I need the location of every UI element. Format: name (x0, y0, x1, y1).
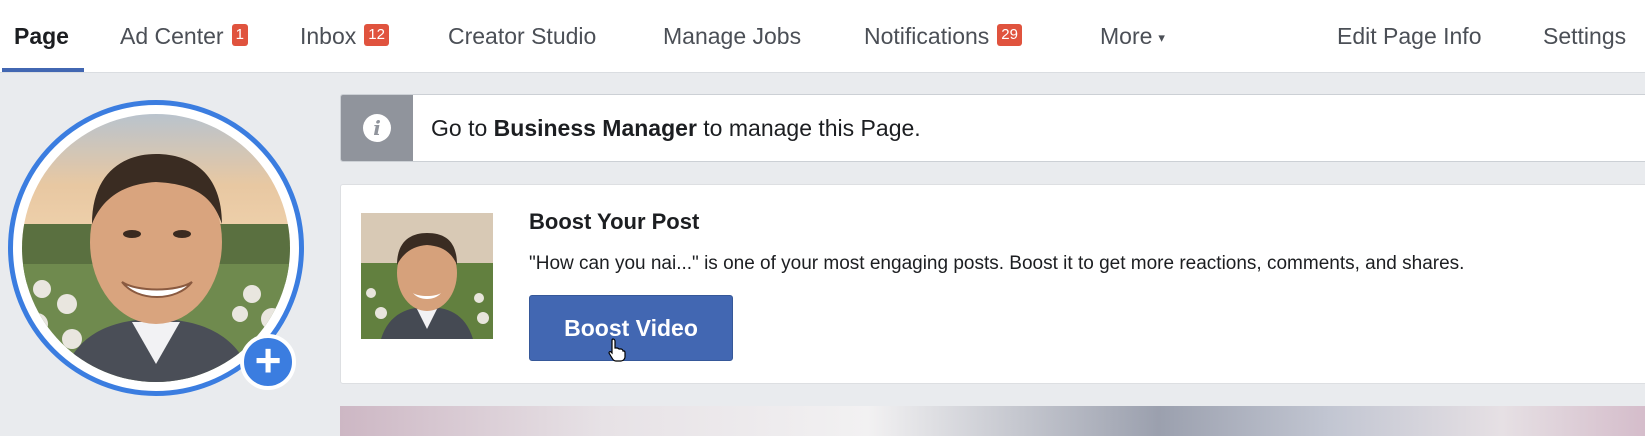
banner-text-suffix: to manage this Page. (696, 115, 921, 141)
business-manager-banner: i Go to Business Manager to manage this … (340, 94, 1645, 162)
business-manager-link[interactable]: Business Manager (494, 115, 697, 141)
tab-label: Page (14, 23, 69, 49)
chevron-down-icon: ▾ (1158, 29, 1165, 45)
tab-ad-center[interactable]: Ad Center 1 (120, 0, 248, 72)
tab-label: Settings (1543, 23, 1627, 49)
tab-creator-studio[interactable]: Creator Studio (448, 0, 596, 72)
tab-label: Inbox (300, 23, 357, 49)
tab-label: Creator Studio (448, 23, 597, 49)
boost-card-title: Boost Your Post (529, 209, 700, 234)
plus-icon: + (254, 334, 282, 386)
tab-notifications[interactable]: Notifications 29 (864, 0, 1022, 72)
info-icon: i (363, 114, 391, 142)
tab-manage-jobs[interactable]: Manage Jobs (663, 0, 801, 72)
banner-message: Go to Business Manager to manage this Pa… (431, 95, 921, 161)
tab-settings[interactable]: Settings (1543, 0, 1626, 72)
tab-label: Manage Jobs (663, 23, 802, 49)
tab-label: Notifications (864, 23, 990, 49)
tab-label: More (1100, 23, 1153, 49)
tab-more[interactable]: More ▾ (1100, 0, 1165, 72)
boost-video-button[interactable]: Boost Video (529, 295, 733, 361)
page-top-nav: Page Ad Center 1 Inbox 12 Creator Studio M… (0, 0, 1645, 73)
tab-edit-page-info[interactable]: Edit Page Info (1337, 0, 1482, 72)
boost-post-card: Boost Your Post "How can you nai..." is … (340, 184, 1645, 384)
notification-badge: 1 (231, 24, 248, 46)
banner-icon-box: i (341, 95, 413, 161)
tab-inbox[interactable]: Inbox 12 (300, 0, 389, 72)
post-thumbnail[interactable] (361, 213, 493, 339)
tab-page[interactable]: Page (14, 0, 69, 72)
notification-badge: 12 (364, 24, 389, 46)
boost-card-description: "How can you nai..." is one of your most… (529, 253, 1465, 274)
banner-text-prefix: Go to (431, 115, 494, 141)
notification-badge: 29 (997, 24, 1022, 46)
add-profile-picture-button[interactable]: + (240, 334, 296, 390)
active-tab-indicator (2, 68, 84, 72)
tab-label: Edit Page Info (1337, 23, 1482, 49)
tab-label: Ad Center (120, 23, 224, 49)
hand-cursor-icon (608, 338, 626, 362)
cover-photo-strip (340, 406, 1645, 436)
